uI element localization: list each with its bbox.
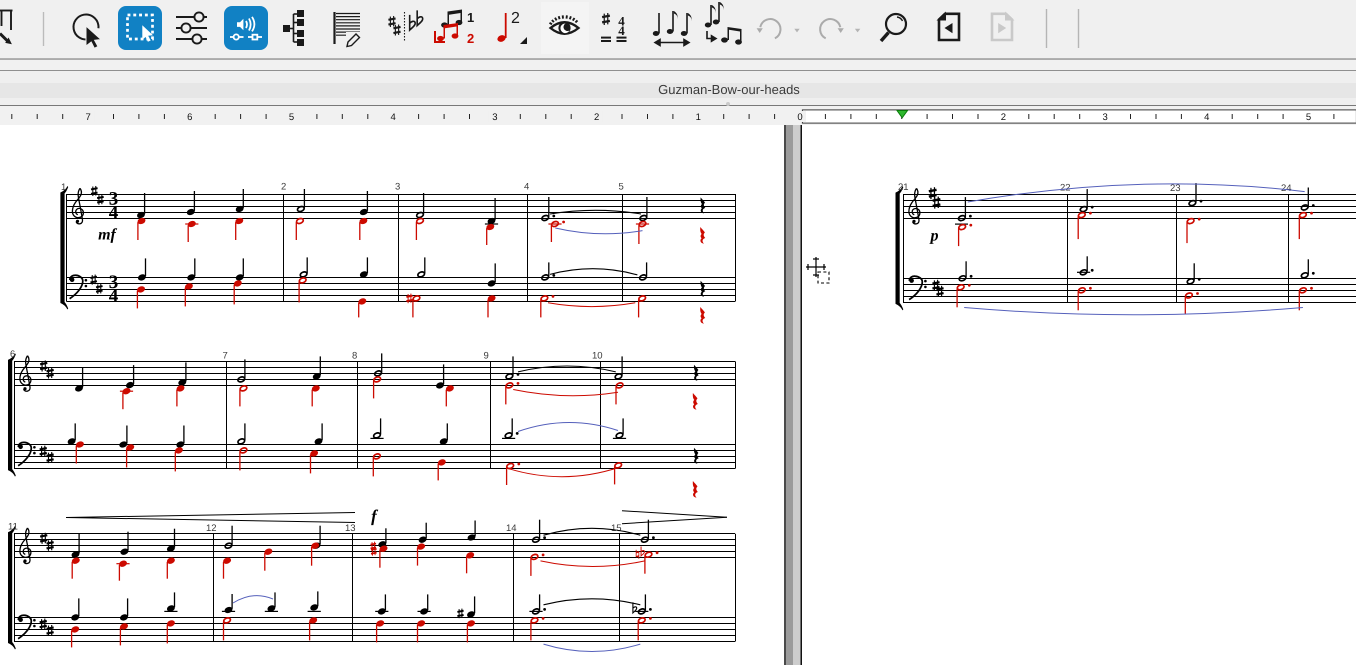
svg-text:5: 5 xyxy=(618,182,623,193)
svg-text:p: p xyxy=(928,227,938,244)
svg-text:2: 2 xyxy=(281,182,286,193)
svg-text:7: 7 xyxy=(85,112,90,123)
svg-text:12: 12 xyxy=(206,523,217,534)
svg-text:4: 4 xyxy=(524,182,529,193)
svg-text:10: 10 xyxy=(592,351,603,362)
svg-text:6: 6 xyxy=(10,349,15,360)
svg-text:4: 4 xyxy=(391,112,396,123)
svg-text:2: 2 xyxy=(594,112,599,123)
svg-text:22: 22 xyxy=(1060,183,1071,194)
svg-text:1: 1 xyxy=(467,10,474,25)
svg-text:2: 2 xyxy=(467,31,474,46)
svg-text:21: 21 xyxy=(898,182,909,193)
svg-text:24: 24 xyxy=(1281,183,1292,194)
svg-text:f: f xyxy=(371,506,379,525)
svg-text:4: 4 xyxy=(109,202,119,223)
svg-text:2: 2 xyxy=(1001,112,1006,123)
svg-text:4: 4 xyxy=(618,23,625,38)
svg-text:15: 15 xyxy=(611,523,622,534)
svg-text:13: 13 xyxy=(345,523,356,534)
svg-text:7: 7 xyxy=(222,351,227,362)
svg-text:2: 2 xyxy=(511,10,520,27)
svg-text:11: 11 xyxy=(8,522,18,533)
svg-text:1: 1 xyxy=(61,182,66,193)
svg-text:3: 3 xyxy=(492,112,497,123)
svg-text:4: 4 xyxy=(1204,112,1209,123)
svg-text:1: 1 xyxy=(696,112,701,123)
svg-text:14: 14 xyxy=(506,523,517,534)
svg-text:6: 6 xyxy=(187,112,192,123)
svg-text:23: 23 xyxy=(1170,183,1181,194)
svg-text:0: 0 xyxy=(797,112,802,123)
svg-text:5: 5 xyxy=(1306,112,1311,123)
svg-text:8: 8 xyxy=(352,351,357,362)
svg-text:3: 3 xyxy=(395,182,400,193)
svg-text:mf: mf xyxy=(98,226,117,243)
svg-text:9: 9 xyxy=(483,351,488,362)
svg-text:4: 4 xyxy=(109,286,119,307)
svg-text:3: 3 xyxy=(1102,112,1107,123)
svg-text:5: 5 xyxy=(289,112,294,123)
